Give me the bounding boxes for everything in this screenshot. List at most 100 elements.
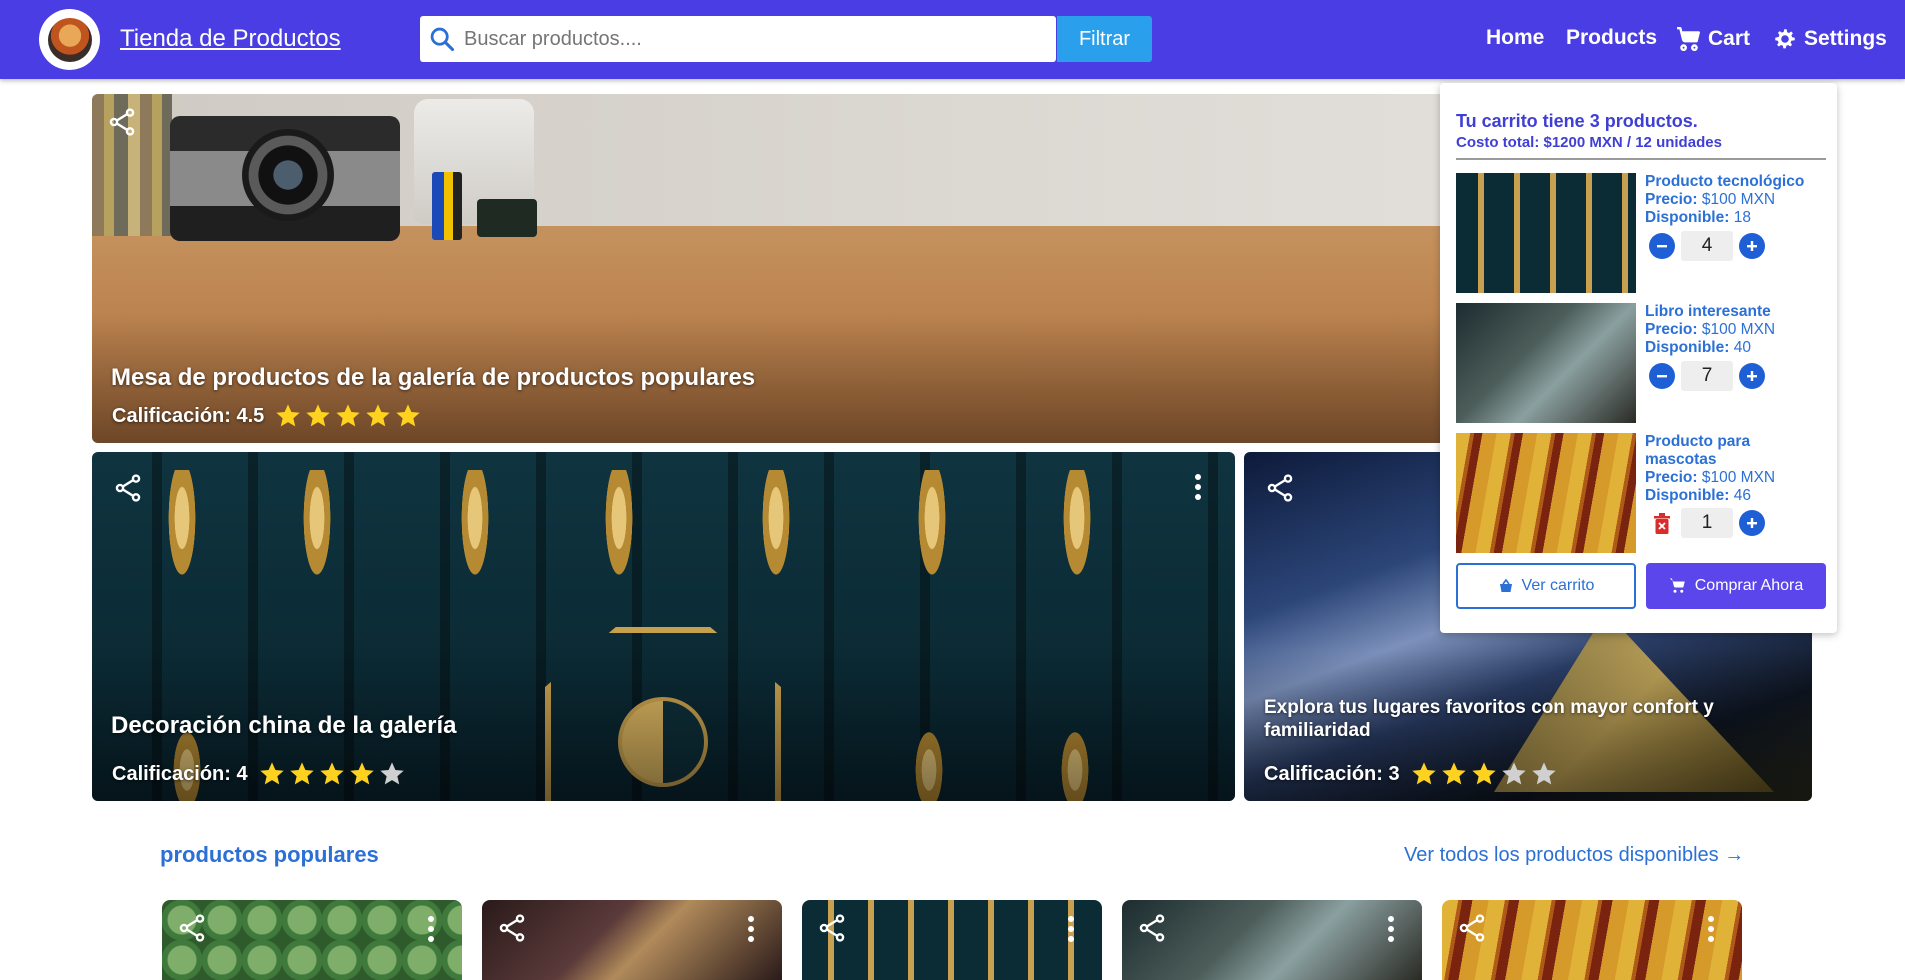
cart-item-name[interactable]: Libro interesante	[1645, 303, 1835, 321]
card-image-film-roll	[477, 199, 537, 237]
search-input[interactable]	[464, 16, 994, 62]
quantity-field[interactable]: 4	[1681, 231, 1733, 261]
star-filled-icon	[1471, 762, 1496, 785]
more-options-icon[interactable]	[746, 914, 756, 944]
nav-cart[interactable]: Cart	[1676, 26, 1750, 52]
nav-products-label: Products	[1566, 26, 1658, 49]
more-options-icon[interactable]	[1386, 914, 1396, 944]
filter-button[interactable]: Filtrar	[1057, 16, 1152, 62]
rating-label: Calificación: 4.5	[112, 404, 265, 427]
star-empty-icon	[1531, 762, 1556, 785]
minus-icon	[1657, 375, 1667, 378]
more-options-icon[interactable]	[1193, 472, 1203, 502]
card-image-film	[432, 172, 462, 240]
logo-emblem	[47, 17, 92, 62]
available-label: Disponible:	[1645, 339, 1730, 356]
quantity-stepper: 1	[1649, 508, 1765, 538]
nav-products[interactable]: Products	[1566, 26, 1657, 50]
store-logo[interactable]	[39, 9, 100, 70]
brand-link[interactable]: Tienda de Productos	[120, 25, 341, 53]
buy-now-button[interactable]: Comprar Ahora	[1646, 563, 1826, 609]
view-cart-button[interactable]: Ver carrito	[1456, 563, 1636, 609]
nav-home[interactable]: Home	[1486, 26, 1544, 50]
buy-now-label: Comprar Ahora	[1694, 577, 1804, 594]
cart-item-thumbnail[interactable]	[1456, 303, 1636, 423]
share-icon[interactable]	[112, 472, 144, 504]
card-image-ornament	[458, 470, 492, 590]
cart-item-available: Disponible: 46	[1645, 487, 1785, 505]
share-icon[interactable]	[496, 912, 528, 944]
increase-button[interactable]	[1739, 510, 1765, 536]
card-image-lens	[242, 129, 334, 221]
hero-title: Mesa de productos de la galería de produ…	[111, 364, 756, 391]
see-all-products-link[interactable]: Ver todos los productos disponibles →	[1404, 844, 1744, 867]
hero-rating: Calificación: 3	[1264, 760, 1558, 788]
cart-item-name[interactable]: Producto tecnológico	[1645, 173, 1835, 191]
quantity-field[interactable]: 1	[1681, 508, 1733, 538]
cart-item: Producto tecnológico Precio: $100 MXN Di…	[1456, 173, 1826, 293]
star-empty-icon	[1501, 762, 1526, 785]
hero-card-chinese-decor[interactable]: Decoración china de la galería Calificac…	[92, 452, 1235, 801]
more-options-icon[interactable]	[426, 914, 436, 944]
product-card[interactable]	[1442, 900, 1742, 980]
rating-stars	[1410, 760, 1558, 788]
cart-item-info: Libro interesante Precio: $100 MXN Dispo…	[1645, 303, 1835, 357]
available-label: Disponible:	[1645, 209, 1730, 226]
decrease-button[interactable]	[1649, 363, 1675, 389]
card-image-ornament	[915, 470, 949, 590]
cart-item-available: Disponible: 18	[1645, 209, 1835, 227]
cart-item-thumbnail[interactable]	[1456, 173, 1636, 293]
available-value: 46	[1733, 487, 1751, 504]
product-card[interactable]	[802, 900, 1102, 980]
share-icon[interactable]	[1264, 472, 1296, 504]
nav-home-label: Home	[1486, 26, 1545, 49]
share-icon[interactable]	[106, 106, 138, 138]
rating-label: Calificación: 3	[1264, 762, 1400, 785]
star-filled-icon	[306, 404, 330, 427]
cost-label: Costo total:	[1456, 134, 1540, 151]
increase-button[interactable]	[1739, 363, 1765, 389]
product-card[interactable]	[162, 900, 462, 980]
share-icon[interactable]	[1456, 912, 1488, 944]
card-image-ornament	[300, 470, 334, 590]
hero-rating: Calificación: 4.5	[112, 402, 422, 430]
card-image-ornament	[602, 470, 636, 590]
product-card[interactable]	[1122, 900, 1422, 980]
star-filled-icon	[336, 404, 360, 427]
star-filled-icon	[259, 762, 284, 785]
share-icon[interactable]	[176, 912, 208, 944]
plus-icon	[1747, 518, 1757, 528]
star-filled-icon	[276, 404, 300, 427]
cart-icon	[1669, 578, 1685, 593]
cart-item-price: Precio: $100 MXN	[1645, 321, 1835, 339]
cart-dropdown: Tu carrito tiene 3 productos. Costo tota…	[1440, 83, 1837, 633]
product-card[interactable]	[482, 900, 782, 980]
view-cart-label: Ver carrito	[1521, 577, 1595, 594]
search-icon[interactable]	[428, 25, 456, 53]
basket-icon	[1499, 578, 1512, 592]
rating-stars	[258, 760, 406, 788]
more-options-icon[interactable]	[1066, 914, 1076, 944]
hero-card-table[interactable]: Mesa de productos de la galería de produ…	[92, 94, 1588, 443]
more-options-icon[interactable]	[1706, 914, 1716, 944]
nav-settings[interactable]: Settings	[1772, 26, 1887, 52]
delete-button[interactable]	[1649, 510, 1675, 536]
nav-settings-label: Settings	[1804, 27, 1887, 50]
increase-button[interactable]	[1739, 233, 1765, 259]
cart-item-info: Producto para mascotas Precio: $100 MXN …	[1645, 433, 1785, 505]
search-bar	[420, 16, 1056, 62]
star-empty-icon	[379, 762, 404, 785]
cart-item-name[interactable]: Producto para mascotas	[1645, 433, 1785, 469]
share-icon[interactable]	[1136, 912, 1168, 944]
decrease-button[interactable]	[1649, 233, 1675, 259]
price-value: $100 MXN	[1701, 321, 1776, 338]
share-icon[interactable]	[816, 912, 848, 944]
star-filled-icon	[319, 762, 344, 785]
cost-value: $1200 MXN / 12 unidades	[1543, 134, 1722, 151]
cart-item-thumbnail[interactable]	[1456, 433, 1636, 553]
quantity-stepper: 7	[1649, 361, 1765, 391]
available-value: 40	[1733, 339, 1751, 356]
rating-label: Calificación: 4	[112, 762, 248, 785]
star-filled-icon	[1411, 762, 1436, 785]
quantity-field[interactable]: 7	[1681, 361, 1733, 391]
